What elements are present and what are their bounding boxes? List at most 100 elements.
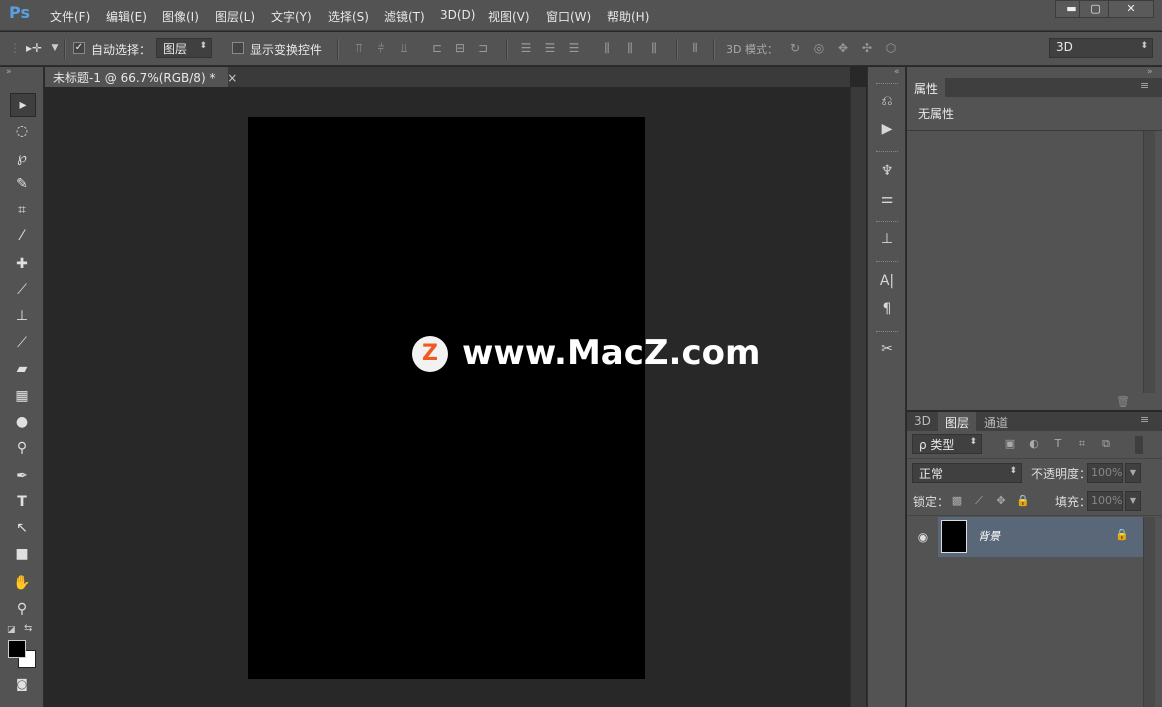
lock-pixels-icon[interactable]: ⟋: [972, 494, 986, 508]
brush-tool-icon[interactable]: ⟋: [10, 279, 34, 301]
menu-window[interactable]: 窗口(W): [546, 8, 591, 25]
align-bottom-icon[interactable]: ⫫: [397, 41, 411, 55]
menu-3d[interactable]: 3D(D): [440, 8, 475, 22]
filter-type-icon[interactable]: T: [1051, 437, 1065, 451]
lasso-tool-icon[interactable]: ℘: [10, 147, 34, 169]
fill-input[interactable]: 100%: [1087, 491, 1123, 511]
fill-chevron-down-icon[interactable]: ▼: [1125, 491, 1141, 511]
blend-mode-dropdown[interactable]: 正常 ⬍: [912, 463, 1022, 483]
tab-channels[interactable]: 通道: [977, 412, 1015, 431]
clone-stamp-tool-icon[interactable]: ⊥: [10, 305, 34, 327]
foreground-color-swatch[interactable]: [8, 640, 26, 658]
swap-colors-icon[interactable]: ⇆: [24, 623, 32, 634]
pen-tool-icon[interactable]: ✒: [10, 465, 34, 487]
blur-tool-icon[interactable]: ●: [10, 411, 34, 433]
3d-roll-icon[interactable]: ◎: [812, 41, 826, 55]
vertical-scrollbar[interactable]: [850, 87, 866, 707]
show-transform-checkbox[interactable]: [232, 42, 244, 54]
align-right-icon[interactable]: ⊐: [476, 41, 490, 55]
3d-pan-icon[interactable]: ✥: [836, 41, 850, 55]
lock-position-icon[interactable]: ✥: [994, 494, 1008, 508]
auto-select-dropdown[interactable]: 图层 ⬍: [156, 38, 212, 58]
tab-layers[interactable]: 图层: [938, 412, 977, 431]
type-tool-icon[interactable]: T: [10, 491, 34, 513]
distribute-top-icon[interactable]: ☰: [519, 41, 533, 55]
menu-image[interactable]: 图像(I): [162, 8, 199, 25]
lock-transparent-icon[interactable]: ▩: [950, 494, 964, 508]
menu-type[interactable]: 文字(Y): [271, 8, 312, 25]
distribute-vcenter-icon[interactable]: ☰: [543, 41, 557, 55]
filter-adjustment-icon[interactable]: ◐: [1027, 437, 1041, 451]
align-left-icon[interactable]: ⊏: [430, 41, 444, 55]
menu-layer[interactable]: 图层(L): [215, 8, 255, 25]
close-button[interactable]: ✕: [1108, 0, 1154, 18]
distribute-hcenter-icon[interactable]: ⫼: [623, 41, 637, 55]
tool-preset-chevron-down-icon[interactable]: ▼: [48, 41, 62, 55]
gradient-tool-icon[interactable]: ▦: [10, 385, 34, 407]
menu-edit[interactable]: 编辑(E): [106, 8, 147, 25]
filter-shape-icon[interactable]: ⌗: [1075, 437, 1089, 451]
rectangle-tool-icon[interactable]: ■: [10, 543, 34, 565]
layer-row[interactable]: ◉ 背景 🔒: [908, 517, 1143, 557]
quick-mask-icon[interactable]: ◙: [10, 673, 34, 695]
opacity-chevron-down-icon[interactable]: ▼: [1125, 463, 1141, 483]
menu-select[interactable]: 选择(S): [328, 8, 369, 25]
move-tool-icon[interactable]: ▸: [10, 93, 36, 117]
tab-3d[interactable]: 3D: [907, 412, 938, 431]
opacity-input[interactable]: 100%: [1087, 463, 1123, 483]
distribute-left-icon[interactable]: ⫼: [600, 41, 614, 55]
close-tab-icon[interactable]: ×: [227, 71, 237, 85]
properties-scrollbar[interactable]: [1143, 131, 1155, 393]
adjustments-icon[interactable]: ⚌: [877, 189, 897, 209]
collapse-icon[interactable]: «: [894, 67, 900, 77]
panel-menu-icon[interactable]: ≡: [1140, 79, 1149, 92]
clone-source-icon[interactable]: ⊥: [877, 229, 897, 249]
tab-properties[interactable]: 属性: [907, 78, 946, 97]
3d-rotate-icon[interactable]: ↻: [788, 41, 802, 55]
distribute-bottom-icon[interactable]: ☰: [567, 41, 581, 55]
collapse-icon[interactable]: »: [6, 67, 12, 77]
menu-view[interactable]: 视图(V): [488, 8, 530, 25]
workspace-dropdown[interactable]: 3D ⬍: [1049, 38, 1153, 58]
brush-presets-icon[interactable]: ♆: [877, 161, 897, 181]
tool-presets-icon[interactable]: ✂: [877, 339, 897, 359]
layers-scrollbar[interactable]: [1143, 517, 1155, 707]
character-icon[interactable]: A|: [877, 271, 897, 291]
document-canvas[interactable]: [248, 117, 645, 679]
hand-tool-icon[interactable]: ✋: [10, 572, 34, 594]
healing-brush-tool-icon[interactable]: ✚: [10, 253, 34, 275]
distribute-right-icon[interactable]: ⫼: [647, 41, 661, 55]
zoom-tool-icon[interactable]: ⚲: [10, 598, 34, 620]
default-colors-icon[interactable]: ◪: [7, 625, 16, 635]
crop-tool-icon[interactable]: ⌗: [10, 199, 34, 221]
trash-icon[interactable]: 🗑: [1116, 395, 1130, 408]
history-brush-tool-icon[interactable]: ⟋: [10, 332, 34, 354]
auto-select-checkbox[interactable]: ✓: [73, 42, 85, 54]
filter-pixel-icon[interactable]: ▣: [1003, 437, 1017, 451]
menu-file[interactable]: 文件(F): [50, 8, 90, 25]
paragraph-icon[interactable]: ¶: [877, 299, 897, 319]
3d-slide-icon[interactable]: ✣: [860, 41, 874, 55]
document-tab[interactable]: 未标题-1 @ 66.7%(RGB/8) * ×: [45, 67, 237, 87]
history-icon[interactable]: ⎌: [877, 91, 897, 111]
eraser-tool-icon[interactable]: ▰: [10, 358, 34, 380]
menu-filter[interactable]: 滤镜(T): [384, 8, 425, 25]
align-top-icon[interactable]: ⫪: [352, 41, 366, 55]
eye-icon[interactable]: ◉: [908, 517, 938, 557]
actions-play-icon[interactable]: ▶: [877, 119, 897, 139]
collapse-icon[interactable]: »: [1147, 67, 1153, 77]
quick-select-tool-icon[interactable]: ✎: [10, 173, 34, 195]
panel-menu-icon[interactable]: ≡: [1140, 413, 1149, 426]
marquee-tool-icon[interactable]: ◌: [10, 120, 34, 142]
menu-help[interactable]: 帮助(H): [607, 8, 649, 25]
lock-all-icon[interactable]: 🔒: [1016, 494, 1030, 508]
eyedropper-tool-icon[interactable]: ⁄: [10, 225, 34, 247]
align-vcenter-icon[interactable]: ⫩: [374, 41, 388, 55]
layer-filter-dropdown[interactable]: ρ 类型 ⬍: [912, 434, 982, 454]
filter-toggle[interactable]: [1135, 436, 1143, 454]
move-tool-icon[interactable]: ▸✛: [24, 41, 44, 55]
dodge-tool-icon[interactable]: ⚲: [10, 437, 34, 459]
path-select-tool-icon[interactable]: ↖: [10, 517, 34, 539]
3d-scale-icon[interactable]: ⬡: [884, 41, 898, 55]
auto-align-icon[interactable]: ⫴: [688, 41, 702, 55]
